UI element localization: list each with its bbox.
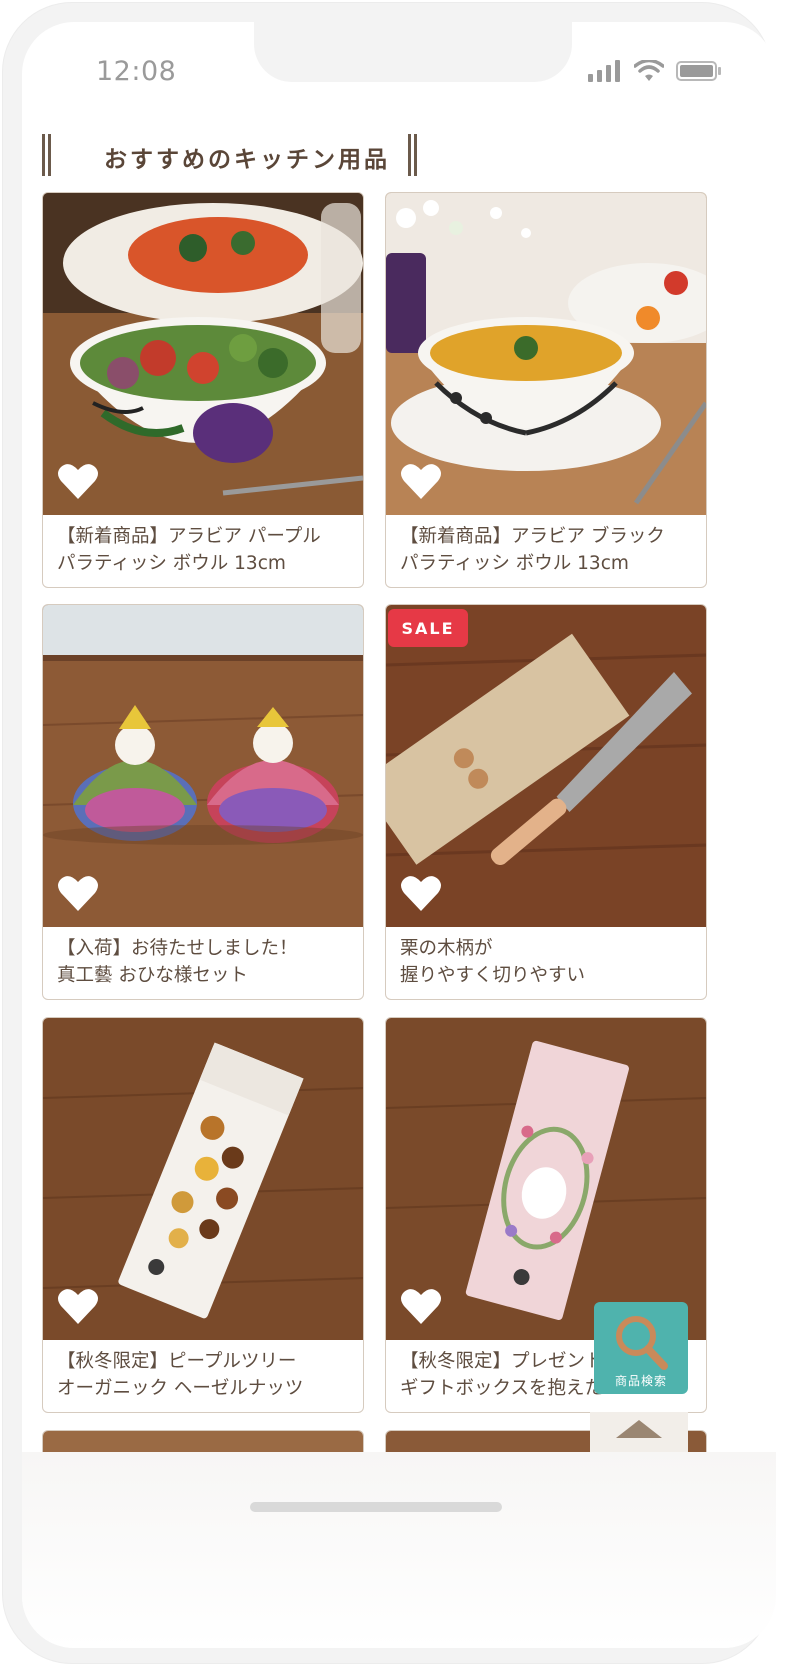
product-card[interactable]: 【秋冬限定】ピープルツリー オーガニック ヘーゼルナッツ [42, 1017, 364, 1413]
product-search-button[interactable]: 商品検索 [594, 1302, 688, 1394]
wifi-icon [634, 60, 664, 81]
product-caption[interactable]: 【新着商品】アラビア パープル パラティッシ ボウル 13cm [57, 523, 353, 577]
product-title-line: 栗の木柄が [400, 938, 493, 959]
status-time: 12:08 [96, 56, 177, 87]
favorite-heart-icon[interactable] [400, 461, 442, 501]
product-caption[interactable]: 【新着商品】アラビア ブラック パラティッシ ボウル 13cm [400, 523, 696, 577]
product-title-line: 【新着商品】アラビア ブラック [400, 526, 665, 547]
product-title-line: 真工藝 おひな様セット [57, 965, 248, 986]
product-caption[interactable]: 【入荷】お待たせしました！ 真工藝 おひな様セット [57, 935, 353, 989]
product-card[interactable]: 【入荷】お待たせしました！ 真工藝 おひな様セット [42, 604, 364, 1000]
chevron-up-icon [616, 1420, 662, 1438]
product-title-line: オーガニック ヘーゼルナッツ [57, 1378, 304, 1399]
back-to-top-button[interactable] [590, 1412, 688, 1452]
heading-bar-left [42, 134, 52, 176]
notch [254, 22, 572, 82]
app-screen: 12:08 おすすめのキッチン用品 【新着商品】アラビア パープル パラティッシ… [22, 22, 776, 1648]
device-frame: 12:08 おすすめのキッチン用品 【新着商品】アラビア パープル パラティッシ… [0, 0, 798, 1672]
heading-bar-right [408, 134, 418, 176]
section-heading: おすすめのキッチン用品 [42, 134, 442, 178]
signal-icon [588, 60, 620, 82]
product-title-line: 【秋冬限定】ピープルツリー [57, 1351, 297, 1372]
product-caption[interactable]: 【秋冬限定】ピープルツリー オーガニック ヘーゼルナッツ [57, 1348, 353, 1402]
product-title-line: 握りやすく切りやすい [400, 965, 586, 986]
status-icons [588, 58, 722, 84]
product-card[interactable]: 【新着商品】アラビア パープル パラティッシ ボウル 13cm [42, 192, 364, 588]
sale-badge: SALE [388, 609, 468, 647]
section-title: おすすめのキッチン用品 [104, 147, 390, 173]
product-title-line: パラティッシ ボウル 13cm [400, 553, 629, 574]
product-title-line: パラティッシ ボウル 13cm [57, 553, 286, 574]
favorite-heart-icon[interactable] [400, 1286, 442, 1326]
favorite-heart-icon[interactable] [400, 873, 442, 913]
home-indicator[interactable] [250, 1502, 502, 1512]
favorite-heart-icon[interactable] [57, 873, 99, 913]
product-title-line: 【入荷】お待たせしました！ [57, 938, 298, 959]
favorite-heart-icon[interactable] [57, 1286, 99, 1326]
battery-icon [676, 61, 721, 81]
product-card[interactable]: SALE 栗の木柄が 握りやすく切りやすい [385, 604, 707, 1000]
product-title-line: 【新着商品】アラビア パープル [57, 526, 321, 547]
magnifier-icon [616, 1316, 668, 1370]
product-card[interactable]: 【新着商品】アラビア ブラック パラティッシ ボウル 13cm [385, 192, 707, 588]
bottom-safe-area [22, 1452, 776, 1648]
product-search-label: 商品検索 [614, 1374, 667, 1388]
favorite-heart-icon[interactable] [57, 461, 99, 501]
product-caption[interactable]: 栗の木柄が 握りやすく切りやすい [400, 935, 696, 989]
